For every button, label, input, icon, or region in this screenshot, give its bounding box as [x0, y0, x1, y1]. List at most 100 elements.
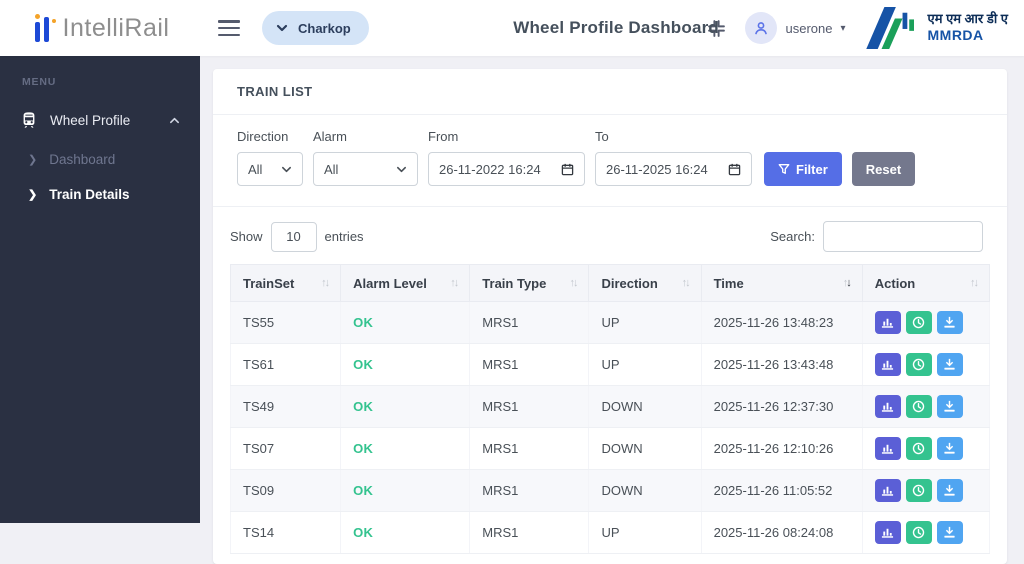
chart-action-button[interactable] — [874, 521, 901, 544]
time-cell: 2025-11-26 13:48:23 — [701, 301, 863, 344]
download-action-button[interactable] — [936, 311, 963, 334]
from-datetime-input[interactable]: 26-11-2022 16:24 — [428, 152, 585, 186]
table-row: TS55 OK MRS1 UP 2025-11-26 13:48:23 — [229, 301, 991, 344]
trainset-cell: TS07 — [229, 427, 342, 470]
direction-label: Direction — [237, 129, 289, 144]
search-input[interactable] — [823, 221, 983, 252]
download-action-button[interactable] — [936, 479, 963, 502]
clock-icon — [913, 358, 925, 371]
history-action-button[interactable] — [905, 311, 932, 334]
direction-cell: UP — [588, 511, 702, 554]
action-cell — [862, 511, 991, 554]
download-action-button[interactable] — [936, 521, 963, 544]
direction-select[interactable]: All — [237, 152, 303, 186]
history-action-button[interactable] — [905, 479, 932, 502]
download-action-button[interactable] — [936, 437, 963, 460]
history-action-button[interactable] — [905, 353, 932, 376]
history-action-button[interactable] — [905, 395, 932, 418]
chevron-right-icon: ❯ — [28, 154, 38, 166]
column-header-trainset[interactable]: TrainSet ↑↓ — [229, 264, 342, 302]
user-caret-icon: ▾ — [840, 22, 846, 34]
chart-action-button[interactable] — [874, 395, 901, 418]
action-cell — [862, 427, 991, 470]
search-group: Search: — [770, 221, 983, 252]
clock-icon — [913, 484, 925, 497]
sort-icon: ↑↓ — [450, 277, 459, 289]
download-action-button[interactable] — [936, 395, 963, 418]
mmrda-english-name: MMRDA — [927, 27, 984, 44]
clock-icon — [913, 400, 925, 413]
action-cell — [862, 469, 991, 512]
station-selector[interactable]: Charkop — [262, 11, 369, 45]
sidebar-item-dashboard[interactable]: ❯ Dashboard — [0, 142, 200, 177]
direction-selected-value: All — [248, 161, 263, 177]
table-wrapper: TrainSet ↑↓ Alarm Level ↑↓ Train Type ↑↓ Di… — [213, 264, 1007, 564]
direction-cell: DOWN — [588, 469, 702, 512]
train-icon — [23, 112, 35, 128]
search-label: Search: — [770, 229, 815, 244]
table-row: TS14 OK MRS1 UP 2025-11-26 08:24:08 — [229, 511, 991, 554]
entries-label: entries — [324, 229, 364, 244]
history-action-button[interactable] — [905, 437, 932, 460]
download-icon — [944, 400, 955, 412]
sort-icon: ↑↓ — [569, 277, 578, 289]
chart-action-button[interactable] — [874, 479, 901, 502]
column-header-time[interactable]: Time ↑↓ — [701, 264, 863, 302]
user-icon — [755, 22, 768, 35]
alarm-selected-value: All — [324, 161, 339, 177]
bar-chart-icon — [882, 318, 894, 328]
train-list-card: TRAIN LIST Direction All Alarm All From — [213, 69, 1007, 564]
chart-action-button[interactable] — [874, 311, 901, 334]
table-row: TS49 OK MRS1 DOWN 2025-11-26 12:37:30 — [229, 385, 991, 428]
sort-icon: ↑↓ — [681, 277, 691, 289]
brand-name: IntelliRail — [62, 13, 170, 42]
alarm-level-cell: OK — [340, 385, 471, 428]
topbar-right: userone ▾ एम एम आर डी ए MMRDA — [703, 7, 1008, 49]
action-cell — [862, 385, 991, 428]
chevron-right-icon: ❯ — [28, 189, 38, 201]
filter-button[interactable]: Filter — [764, 152, 842, 186]
entries-count-input[interactable] — [270, 221, 317, 252]
alarm-filter-group: Alarm All — [313, 129, 418, 186]
chart-action-button[interactable] — [874, 437, 901, 460]
user-menu[interactable]: userone ▾ — [745, 12, 846, 44]
column-header-alarm-level[interactable]: Alarm Level ↑↓ — [340, 264, 471, 302]
column-header-direction[interactable]: Direction ↑↓ — [588, 264, 702, 302]
train-type-cell: MRS1 — [469, 427, 590, 470]
to-label: To — [595, 129, 609, 144]
direction-cell: DOWN — [588, 385, 702, 428]
direction-cell: UP — [588, 343, 702, 386]
mmrda-m-icon — [865, 7, 914, 49]
menu-section-label: MENU — [22, 76, 57, 88]
from-datetime-value: 26-11-2022 16:24 — [439, 161, 541, 177]
train-type-cell: MRS1 — [469, 301, 590, 344]
calendar-icon — [728, 163, 741, 175]
bar-chart-icon — [882, 360, 894, 370]
avatar — [745, 12, 778, 44]
sidebar-item-wheel-profile[interactable]: Wheel Profile — [0, 98, 200, 142]
time-cell: 2025-11-26 13:43:48 — [701, 343, 863, 386]
download-action-button[interactable] — [936, 353, 963, 376]
filter-button-label: Filter — [796, 161, 828, 177]
alarm-select[interactable]: All — [313, 152, 418, 186]
reset-button[interactable]: Reset — [851, 152, 916, 186]
train-type-cell: MRS1 — [469, 343, 590, 386]
alarm-level-cell: OK — [340, 469, 471, 512]
mmrda-hindi-name: एम एम आर डी ए — [927, 11, 1009, 27]
menu-toggle-icon[interactable] — [218, 20, 240, 36]
alarm-level-cell: OK — [340, 427, 471, 470]
sidebar-item-train-details[interactable]: ❯ Train Details — [0, 177, 200, 212]
history-action-button[interactable] — [905, 521, 932, 544]
to-datetime-value: 26-11-2025 16:24 — [606, 161, 708, 177]
to-datetime-input[interactable]: 26-11-2025 16:24 — [595, 152, 752, 186]
from-filter-group: From 26-11-2022 16:24 — [428, 129, 585, 186]
alarm-level-cell: OK — [340, 301, 471, 344]
direction-filter-group: Direction All — [237, 129, 303, 186]
trainset-cell: TS61 — [229, 343, 342, 386]
sort-icon: ↑↓ — [970, 277, 979, 289]
column-header-train-type[interactable]: Train Type ↑↓ — [469, 264, 590, 302]
table-row: TS61 OK MRS1 UP 2025-11-26 13:43:48 — [229, 343, 991, 386]
chart-action-button[interactable] — [874, 353, 901, 376]
column-header-action[interactable]: Action ↑↓ — [862, 264, 991, 302]
sort-icon: ↑↓ — [321, 277, 330, 289]
